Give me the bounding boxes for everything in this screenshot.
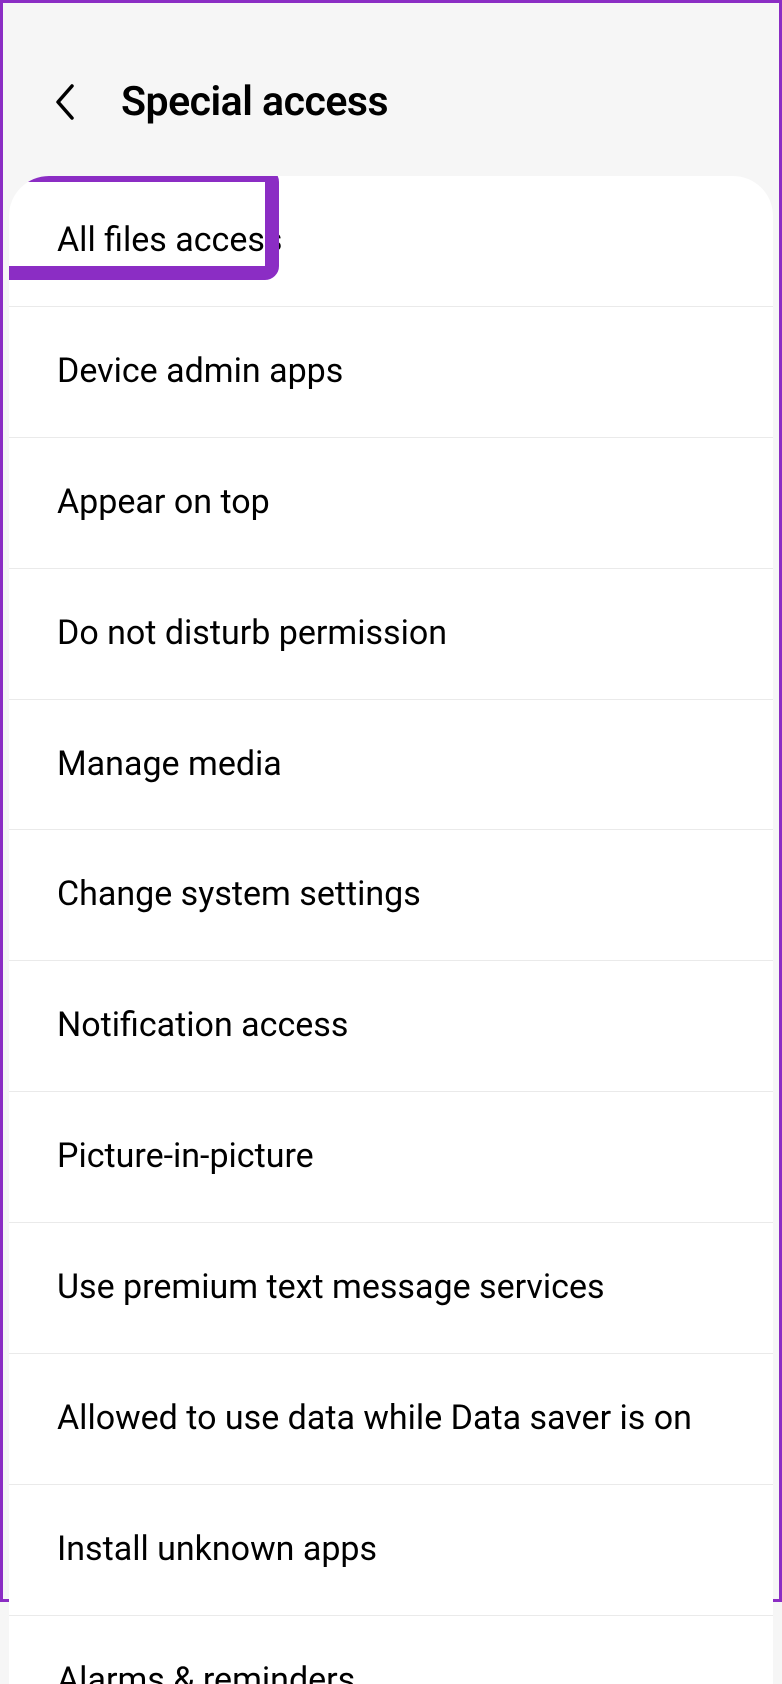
list-item-label: Manage media: [57, 742, 753, 788]
list-item-label: Use premium text message services: [57, 1265, 753, 1311]
list-item-data-saver-allowed[interactable]: Allowed to use data while Data saver is …: [9, 1354, 773, 1485]
settings-list: All files access Device admin apps Appea…: [9, 176, 773, 1684]
list-item-label: Picture-in-picture: [57, 1134, 753, 1180]
list-item-label: Install unknown apps: [57, 1527, 753, 1573]
list-item-label: Allowed to use data while Data saver is …: [57, 1396, 753, 1442]
list-item-label: Do not disturb permission: [57, 611, 753, 657]
list-item-label: Appear on top: [57, 480, 753, 526]
list-item-appear-on-top[interactable]: Appear on top: [9, 438, 773, 569]
list-item-premium-text-services[interactable]: Use premium text message services: [9, 1223, 773, 1354]
list-item-label: Notification access: [57, 1003, 753, 1049]
list-item-alarms-reminders[interactable]: Alarms & reminders: [9, 1616, 773, 1684]
list-item-all-files-access[interactable]: All files access: [9, 176, 773, 307]
page-title: Special access: [121, 78, 388, 126]
list-item-device-admin-apps[interactable]: Device admin apps: [9, 307, 773, 438]
back-icon[interactable]: [51, 82, 79, 122]
list-item-manage-media[interactable]: Manage media: [9, 700, 773, 831]
list-item-label: Alarms & reminders: [57, 1658, 753, 1684]
list-item-label: All files access: [57, 218, 753, 264]
list-item-change-system-settings[interactable]: Change system settings: [9, 830, 773, 961]
list-item-picture-in-picture[interactable]: Picture-in-picture: [9, 1092, 773, 1223]
list-item-label: Device admin apps: [57, 349, 753, 395]
list-item-label: Change system settings: [57, 872, 753, 918]
list-item-notification-access[interactable]: Notification access: [9, 961, 773, 1092]
header-bar: Special access: [3, 3, 779, 176]
list-item-install-unknown-apps[interactable]: Install unknown apps: [9, 1485, 773, 1616]
list-item-do-not-disturb[interactable]: Do not disturb permission: [9, 569, 773, 700]
